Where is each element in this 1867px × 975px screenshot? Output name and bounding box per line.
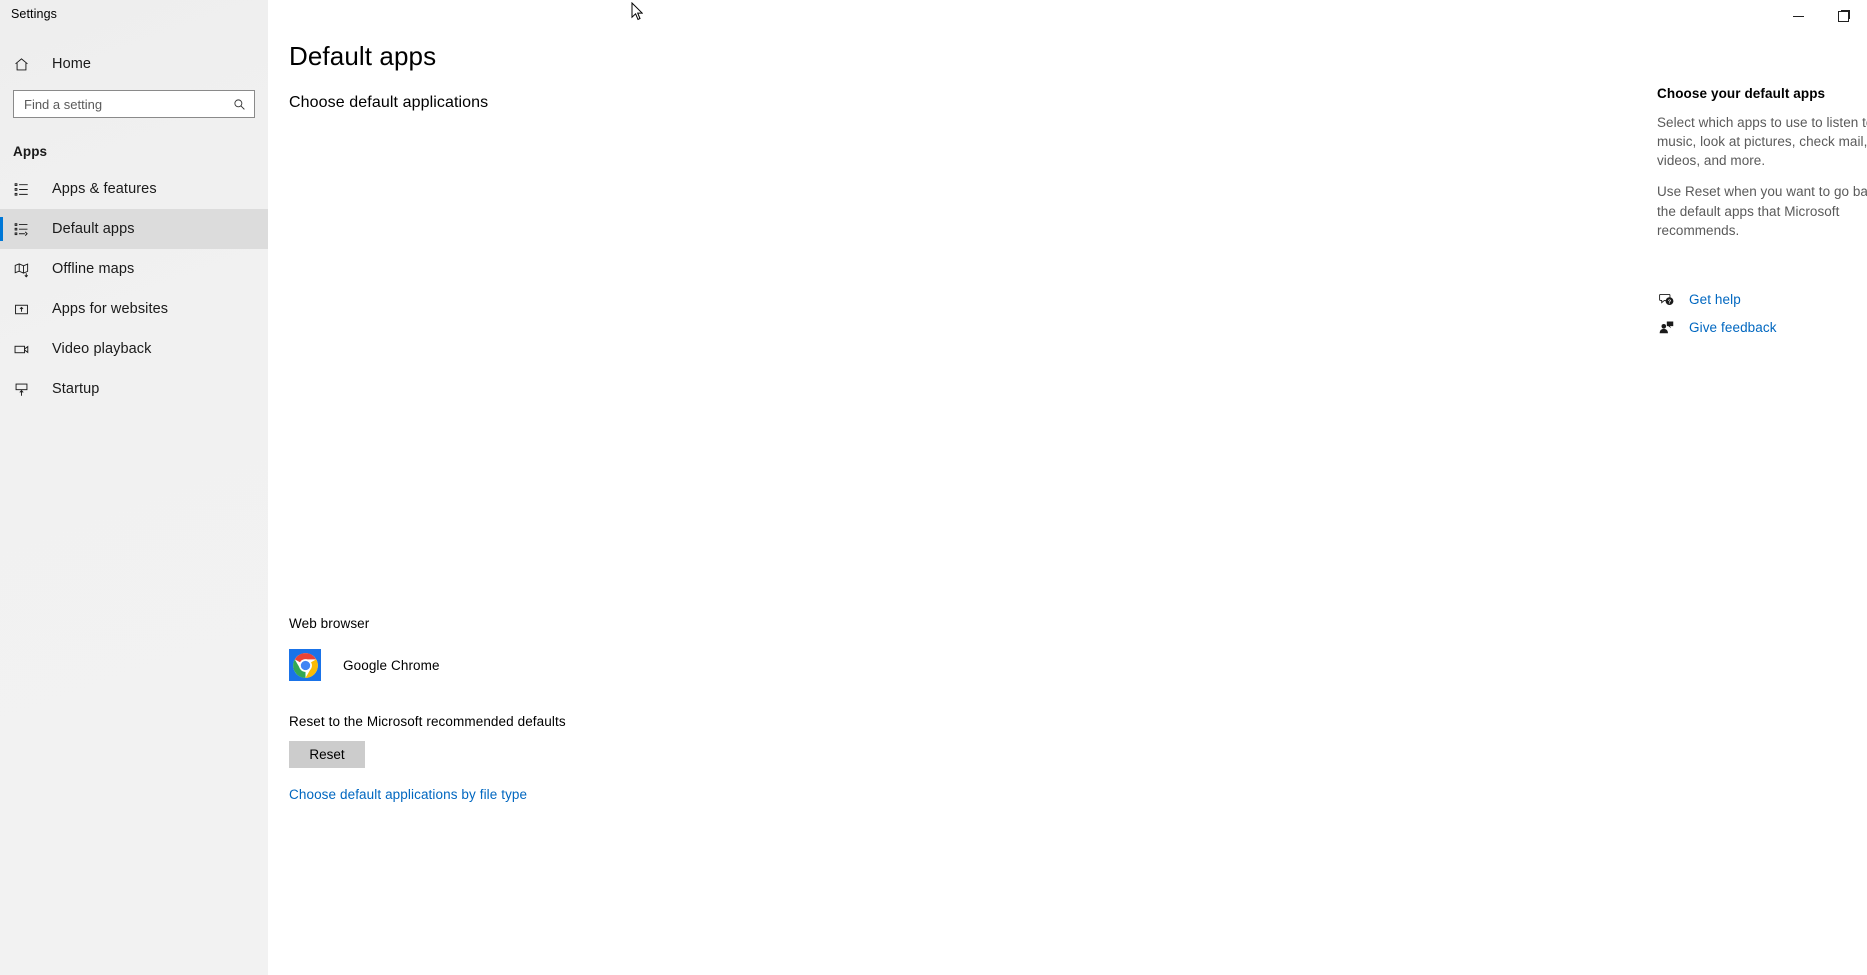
get-help-label: Get help xyxy=(1689,292,1741,308)
default-apps-icon xyxy=(13,221,35,238)
search-input[interactable] xyxy=(24,96,232,112)
give-feedback-label: Give feedback xyxy=(1689,320,1777,336)
restore-icon xyxy=(1838,10,1850,22)
sidebar-item-video-playback[interactable]: Video playback xyxy=(0,329,268,369)
info-panel: Choose your default apps Select which ap… xyxy=(1657,86,1867,342)
get-help-link[interactable]: ? Get help xyxy=(1657,286,1867,314)
window-body: Home Apps xyxy=(0,0,1867,975)
settings-window: Home Apps xyxy=(0,0,1867,975)
default-web-browser-name: Google Chrome xyxy=(343,657,440,673)
sidebar-group-header: Apps xyxy=(13,144,48,159)
sidebar-nav-list: Apps & features Default apps Offline map… xyxy=(0,169,268,409)
sidebar-item-home[interactable]: Home xyxy=(0,44,268,84)
sidebar-item-label: Video playback xyxy=(52,341,152,357)
list-icon xyxy=(13,181,35,198)
info-panel-links: ? Get help Give feedback xyxy=(1657,286,1867,342)
sidebar-item-default-apps[interactable]: Default apps xyxy=(0,209,268,249)
video-camera-icon xyxy=(13,341,35,358)
google-chrome-icon xyxy=(289,649,321,681)
sidebar-item-label: Apps & features xyxy=(52,181,157,197)
default-web-browser-button[interactable]: Google Chrome xyxy=(289,645,589,685)
sidebar-item-label: Apps for websites xyxy=(52,301,169,317)
sidebar-item-label: Offline maps xyxy=(52,261,135,277)
page-subtitle: Choose default applications xyxy=(289,93,489,111)
file-type-section: Choose default applications by file type xyxy=(289,786,527,804)
info-panel-paragraph: Select which apps to use to listen to mu… xyxy=(1657,115,1867,169)
web-browser-section: Web browser Google Chrome xyxy=(289,616,589,685)
sidebar-item-apps-features[interactable]: Apps & features xyxy=(0,169,268,209)
sidebar-item-label: Startup xyxy=(52,381,100,397)
sidebar-item-apps-for-websites[interactable]: Apps for websites xyxy=(0,289,268,329)
sidebar-item-startup[interactable]: Startup xyxy=(0,369,268,409)
sidebar-item-offline-maps[interactable]: Offline maps xyxy=(0,249,268,289)
restore-button[interactable] xyxy=(1821,0,1867,32)
page-title: Default apps xyxy=(289,41,437,71)
navigation-sidebar: Home Apps xyxy=(0,0,268,975)
startup-icon xyxy=(13,381,35,398)
window-controls xyxy=(1775,0,1867,32)
reset-description: Reset to the Microsoft recommended defau… xyxy=(289,714,566,729)
feedback-person-icon xyxy=(1657,320,1675,335)
give-feedback-link[interactable]: Give feedback xyxy=(1657,314,1867,342)
sidebar-item-label: Default apps xyxy=(52,221,135,237)
web-browser-label: Web browser xyxy=(289,616,370,631)
main-content: Default apps Choose default applications… xyxy=(268,0,1867,975)
info-panel-title: Choose your default apps xyxy=(1657,86,1826,101)
minimize-icon xyxy=(1792,15,1804,17)
map-download-icon xyxy=(13,261,35,278)
search-box[interactable] xyxy=(13,90,255,118)
app-website-icon xyxy=(13,301,35,318)
home-icon xyxy=(13,56,35,73)
search-icon xyxy=(232,97,246,111)
choose-defaults-by-file-type-link[interactable]: Choose default applications by file type xyxy=(289,787,527,802)
reset-button[interactable]: Reset xyxy=(289,741,365,768)
search-container xyxy=(13,90,255,118)
info-panel-paragraph: Use Reset when you want to go back to th… xyxy=(1657,184,1867,238)
reset-section: Reset to the Microsoft recommended defau… xyxy=(289,714,566,768)
help-bubble-icon: ? xyxy=(1657,292,1675,307)
sidebar-item-home-label: Home xyxy=(52,56,92,72)
minimize-button[interactable] xyxy=(1775,0,1821,32)
